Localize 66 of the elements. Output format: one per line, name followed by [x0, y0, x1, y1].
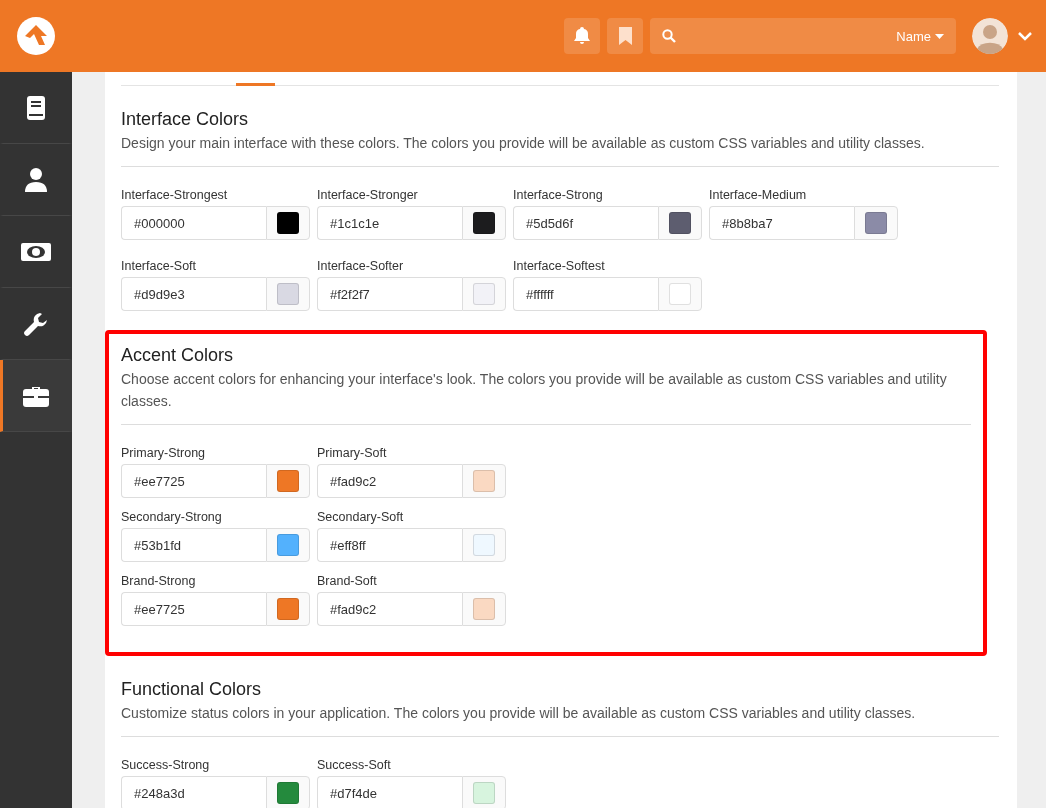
color-value-field[interactable]: #1c1c1e [317, 206, 462, 240]
section-title: Interface Colors [121, 108, 250, 130]
field-label: Interface-Strong [513, 188, 604, 202]
field-label: Brand-Strong [121, 574, 197, 588]
color-value-field[interactable]: #8b8ba7 [709, 206, 854, 240]
wrench-icon [24, 311, 48, 336]
section-description: Choose accent colors for enhancing your interface's look. The colors you provide will be available as custom CSS variables and utility classes. [121, 370, 948, 411]
color-swatch[interactable] [277, 283, 299, 305]
field-label: Secondary-Strong [121, 510, 223, 524]
field-label: Success-Soft [317, 758, 392, 772]
color-value-field[interactable]: #d9d9e3 [121, 277, 266, 311]
chevron-down-icon[interactable] [1018, 31, 1032, 41]
field-label: Brand-Soft [317, 574, 378, 588]
notifications-button[interactable] [564, 18, 600, 54]
bookmark-button[interactable] [607, 18, 643, 54]
field-label: Interface-Medium [709, 188, 808, 202]
search-icon [662, 29, 676, 43]
color-swatch[interactable] [669, 283, 691, 305]
color-swatch[interactable] [473, 782, 495, 804]
color-swatch[interactable] [473, 470, 495, 492]
color-value-field[interactable]: #fad9c2 [317, 464, 462, 498]
field-label: Interface-Softer [317, 259, 405, 273]
color-value-field[interactable]: #53b1fd [121, 528, 266, 562]
color-swatch[interactable] [473, 283, 495, 305]
field-label: Primary-Strong [121, 446, 207, 460]
section-description: Design your main interface with these colors. The colors you provide will be available as custom CSS variables and utility classes. [121, 134, 926, 153]
briefcase-icon [23, 384, 49, 407]
field-label: Interface-Softest [513, 259, 606, 273]
field-label: Interface-Stronger [317, 188, 419, 202]
color-value-field[interactable]: #ee7725 [121, 592, 266, 626]
color-value-field[interactable]: #ffffff [513, 277, 658, 311]
color-value-field[interactable]: #d7f4de [317, 776, 462, 808]
color-swatch[interactable] [277, 534, 299, 556]
color-value-field[interactable]: #eff8ff [317, 528, 462, 562]
banknote-icon [21, 242, 51, 261]
color-value-field[interactable]: #5d5d6f [513, 206, 658, 240]
section-description: Customize status colors in your application. The colors you provide will be available as custom CSS variables and utility classes. [121, 704, 917, 723]
field-label: Primary-Soft [317, 446, 388, 460]
color-swatch[interactable] [473, 212, 495, 234]
field-label: Interface-Strongest [121, 188, 229, 202]
color-swatch[interactable] [277, 782, 299, 804]
section-title: Accent Colors [121, 344, 235, 366]
color-value-field[interactable]: #ee7725 [121, 464, 266, 498]
field-label: Success-Strong [121, 758, 211, 772]
section-title: Functional Colors [121, 678, 263, 700]
logo-icon[interactable] [17, 17, 55, 55]
color-swatch[interactable] [277, 470, 299, 492]
bookmark-icon [618, 27, 632, 45]
field-label: Interface-Soft [121, 259, 198, 273]
person-icon [25, 167, 47, 192]
sidebar-item[interactable] [0, 360, 72, 432]
color-value-field[interactable]: #248a3d [121, 776, 266, 808]
color-swatch[interactable] [473, 534, 495, 556]
color-value-field[interactable]: #fad9c2 [317, 592, 462, 626]
bell-icon [574, 27, 590, 45]
avatar-icon[interactable] [972, 18, 1008, 54]
color-value-field[interactable]: #f2f2f7 [317, 277, 462, 311]
book-icon [26, 95, 46, 120]
color-swatch[interactable] [473, 598, 495, 620]
color-value-field[interactable]: #000000 [121, 206, 266, 240]
color-swatch[interactable] [669, 212, 691, 234]
caret-icon [935, 33, 944, 39]
color-swatch[interactable] [277, 598, 299, 620]
color-swatch[interactable] [865, 212, 887, 234]
field-label: Secondary-Soft [317, 510, 405, 524]
color-swatch[interactable] [277, 212, 299, 234]
